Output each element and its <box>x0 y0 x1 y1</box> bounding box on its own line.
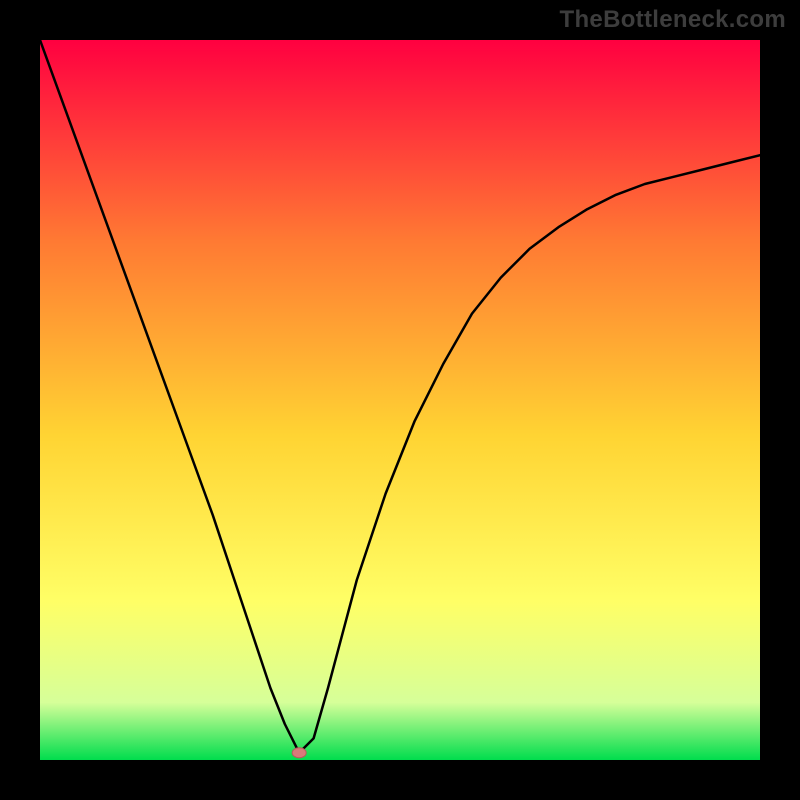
chart-svg <box>40 40 760 760</box>
gradient-background <box>40 40 760 760</box>
minimum-marker-icon <box>292 748 306 758</box>
watermark-text: TheBottleneck.com <box>560 6 786 34</box>
plot-area <box>40 40 760 760</box>
chart-container: TheBottleneck.com <box>0 0 800 800</box>
